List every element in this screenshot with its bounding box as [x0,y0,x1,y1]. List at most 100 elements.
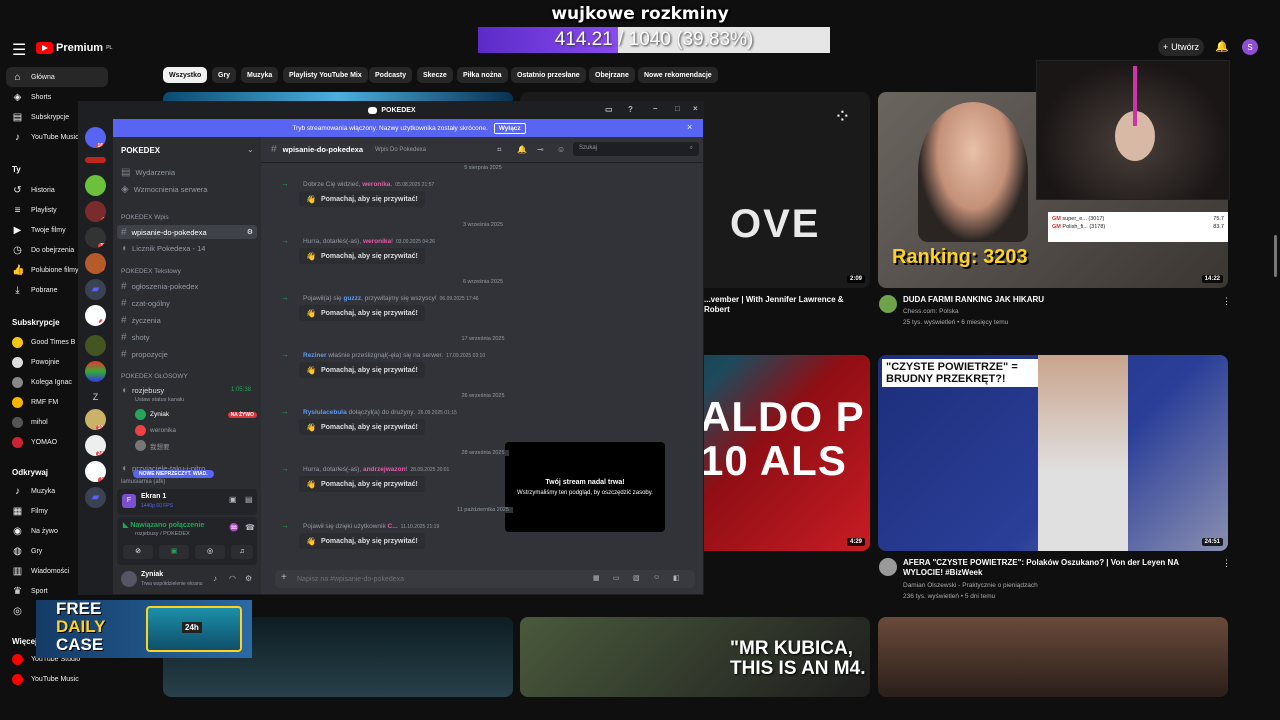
bell-icon[interactable]: 🔔 [1215,40,1229,53]
chevron-down-icon[interactable]: ⌄ [247,145,254,154]
headphones-icon[interactable]: ◠ [229,574,236,583]
pin-icon[interactable]: ⊸ [537,145,544,154]
disable-streamer-mode-button[interactable]: Wyłącz [493,122,526,134]
video-channel[interactable]: Damian Olszewski - Praktycznie o pieniąd… [903,581,1038,590]
activity-button[interactable]: ◎ [195,545,225,559]
settings-icon[interactable]: ⚙ [247,228,253,236]
filter-chip[interactable]: Obejrzane [589,67,635,83]
gift-icon[interactable]: ▦ [593,574,600,582]
channel-avatar[interactable] [879,558,897,576]
channel-wpisanie[interactable]: # wpisanie-do-pokedexa ⚙ [117,225,257,239]
youtube-logo[interactable]: Premium PL [36,41,112,55]
menu-icon[interactable]: ☰ [12,40,26,60]
folder-icon[interactable]: ▰ [85,487,106,508]
scrollbar-thumb[interactable] [1274,235,1277,277]
video-thumbnail[interactable]: "MR KUBICA, THIS IS AN M4. [520,617,870,697]
text-channel[interactable]: # ogłoszenia-pokedex [117,279,257,293]
camera-off-button[interactable]: ⊘ [123,545,153,559]
message-username[interactable]: andrzejwazon [363,466,406,473]
video-thumbnail[interactable]: "CZYSTE POWIETRZE" = BRUDNY PRZEKRĘT?! 2… [878,355,1228,551]
channel-licznik[interactable]: ◖ Licznik Pokedexa - 14 [117,241,257,255]
voice-user[interactable]: 我想要 [135,440,170,451]
sticker-icon[interactable]: ▧ [633,574,640,582]
server-icon[interactable] [85,335,106,356]
home-server-icon[interactable]: 16+ [85,127,106,148]
text-channel[interactable]: # propozycje [117,347,257,361]
text-channel[interactable]: # życzenia [117,313,257,327]
inbox-icon[interactable]: ▭ [605,105,613,114]
server-icon[interactable] [85,157,106,163]
server-icon[interactable]: 2 [85,253,106,274]
message-username[interactable]: weronika [363,238,391,245]
user-avatar[interactable] [121,571,137,587]
category-label[interactable]: POKEDEX Tekstowy [121,268,181,275]
message-username[interactable]: guzzz [343,295,361,302]
video-channel[interactable]: Chess.com: Polska [903,307,959,316]
filter-chip[interactable]: Piłka nożna [457,67,508,83]
channel-avatar[interactable] [879,295,897,313]
sidebar-item[interactable]: ⌂ Główna [6,67,108,87]
banner-close-icon[interactable]: × [687,122,692,132]
server-icon[interactable]: 103 [85,409,106,430]
filter-chip[interactable]: Nowe rekomendacje [638,67,718,83]
microphone-icon[interactable]: ♪ [213,574,217,583]
category-label[interactable]: POKEDEX Wpis [121,214,169,221]
message-username[interactable]: weronika [362,181,390,188]
server-icon[interactable] [85,361,106,382]
video-title[interactable]: DUDA FARMI RANKING JAK HIKARU [903,295,1223,305]
threads-icon[interactable]: ⌗ [497,145,502,155]
account-avatar[interactable]: S [1242,39,1258,55]
noise-icon[interactable]: ♒ [229,523,239,532]
add-attachment-icon[interactable]: + [281,572,287,583]
filter-chip[interactable]: Ostatnio przesłane [511,67,586,83]
filter-chip[interactable]: Podcasty [369,67,413,83]
server-icon[interactable]: 19 [85,461,106,482]
filter-chip[interactable]: Wszystko [163,67,208,83]
text-channel[interactable]: # czat-ogólny [117,296,257,310]
category-label[interactable]: POKEDEX GŁOSOWY [121,373,188,380]
boosts-item[interactable]: ◈ Wzmocnienia serwera [117,182,257,196]
voice-user[interactable]: Zyniak NA ŻYWO [135,409,257,420]
message-username[interactable]: Rysiulacebula [303,409,347,416]
sidebar-item[interactable]: YouTube Music [6,669,108,689]
screen-share-button[interactable]: ▣ [159,545,189,559]
text-channel[interactable]: # shoty [117,330,257,344]
minimize-icon[interactable]: – [653,104,657,113]
sidebar-section-title[interactable]: Ty [12,165,21,174]
server-icon[interactable]: 242 [85,435,106,456]
more-vert-icon[interactable]: ⋮ [1222,296,1231,307]
screen-icon[interactable]: ▣ [229,495,237,504]
user-settings-icon[interactable]: ⚙ [245,574,252,583]
emoji-icon[interactable]: ☺ [653,574,660,581]
gif-icon[interactable]: ▭ [613,574,620,582]
wave-button[interactable]: 👋 Pomachaj, aby się przywitać! [299,248,425,264]
folder-icon[interactable]: ▰ [85,279,106,300]
video-title[interactable]: AFERA "CZYSTE POWIETRZE": Polaków Oszuka… [903,558,1213,578]
search-input[interactable]: Szukaj ⌕ [573,142,699,156]
wave-button[interactable]: 👋 Pomachaj, aby się przywitać! [299,476,425,492]
filter-chip[interactable]: Gry [212,67,237,83]
server-icon[interactable]: 1 [85,305,106,326]
server-icon[interactable] [85,175,106,196]
voice-status[interactable]: Ustaw status kanału [135,397,184,403]
wave-button[interactable]: 👋 Pomachaj, aby się przywitać! [299,362,425,378]
server-name[interactable]: POKEDEX [121,146,160,155]
members-icon[interactable]: ☺ [557,145,565,154]
maximize-icon[interactable]: □ [675,104,680,113]
disconnect-icon[interactable]: ☎ [245,523,255,532]
wave-button[interactable]: 👋 Pomachaj, aby się przywitać! [299,419,425,435]
create-button[interactable]: + Utwórz [1158,38,1204,56]
voice-channel[interactable]: lamusiarnia (afk) [117,478,257,486]
voice-user[interactable]: weronika [135,425,176,436]
wave-button[interactable]: 👋 Pomachaj, aby się przywitać! [299,533,425,549]
server-icon[interactable]: 10 [85,227,106,248]
soundboard-button[interactable]: ♫ [231,545,253,559]
filter-chip[interactable]: Skecze [417,67,453,83]
apps-icon[interactable]: ◧ [673,574,680,582]
video-thumbnail[interactable] [878,617,1228,697]
help-icon[interactable]: ? [628,105,633,114]
filter-chip[interactable]: Playlisty YouTube Mix [283,67,368,83]
message-username[interactable]: C... [388,523,398,530]
events-item[interactable]: ▤ Wydarzenia [117,165,257,179]
voice-channel[interactable]: ◖ rozjebusy 1:05:38 [117,383,257,397]
